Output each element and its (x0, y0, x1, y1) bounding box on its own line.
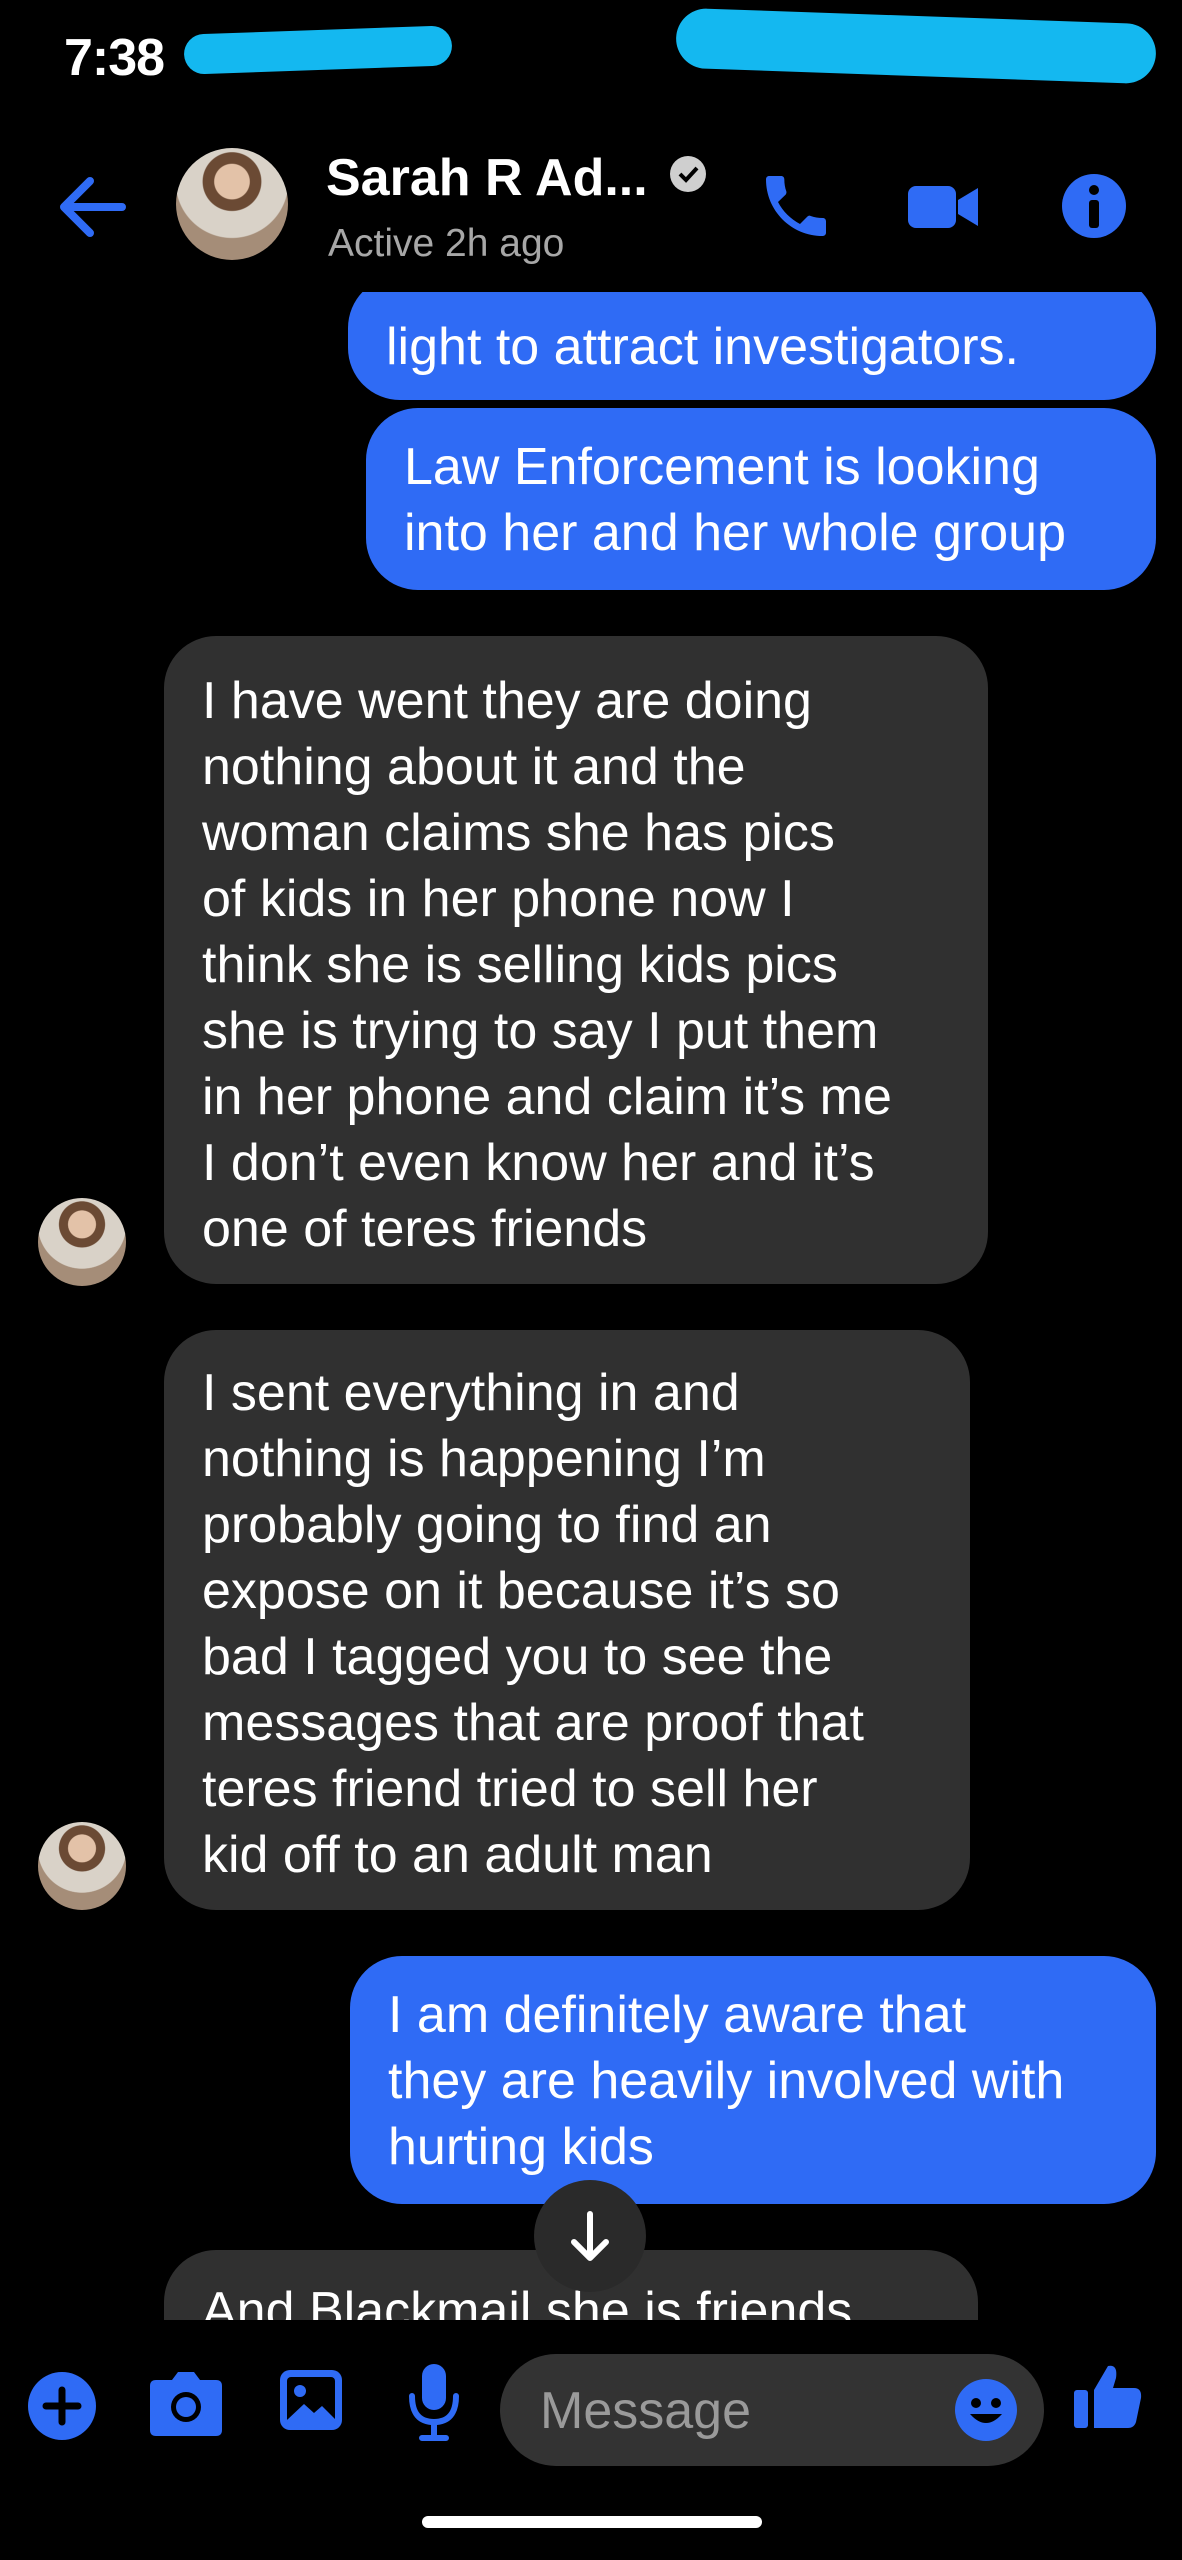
message-line: of kids in her phone now I (202, 870, 795, 928)
phone-icon (766, 176, 826, 236)
info-button[interactable] (1054, 166, 1134, 246)
message-line: bad I tagged you to see the (202, 1628, 833, 1686)
plus-icon (28, 2372, 96, 2440)
camera-icon (150, 2372, 222, 2436)
video-call-button[interactable] (904, 166, 984, 246)
message-line: she is trying to say I put them (202, 1002, 879, 1060)
message-line: hurting kids (388, 2118, 654, 2176)
sender-avatar[interactable] (38, 1198, 126, 1286)
sender-avatar[interactable] (38, 1822, 126, 1910)
info-icon (1062, 174, 1126, 238)
message-line: teres friend tried to sell her (202, 1760, 818, 1818)
message-line: in her phone and claim it’s me (202, 1068, 892, 1126)
arrow-down-icon (571, 2211, 609, 2261)
message-line: I have went they are doing (202, 672, 812, 730)
message-line: nothing about it and the (202, 738, 746, 796)
video-camera-icon (908, 186, 978, 228)
microphone-icon (409, 2364, 459, 2441)
voice-message-button[interactable] (408, 2362, 460, 2444)
camera-button[interactable] (148, 2368, 224, 2440)
call-button[interactable] (756, 166, 836, 246)
message-line: I don’t even know her and it’s (202, 1134, 875, 1192)
emoji-button[interactable] (954, 2378, 1018, 2442)
incoming-message[interactable]: I have went they are doing nothing about… (164, 636, 988, 1284)
message-line: woman claims she has pics (202, 804, 835, 862)
emoji-icon (955, 2379, 1017, 2441)
incoming-message[interactable]: I sent everything in and nothing is happ… (164, 1330, 970, 1910)
outgoing-message[interactable]: light to attract investigators. (348, 292, 1156, 400)
message-line: messages that are proof that (202, 1694, 864, 1752)
message-line: expose on it because it’s so (202, 1562, 840, 1620)
message-line: they are heavily involved with (388, 2052, 1065, 2110)
redaction-mark-left (183, 25, 453, 75)
thumbs-up-icon (1074, 2365, 1142, 2428)
contact-avatar[interactable] (176, 148, 288, 260)
contact-name[interactable]: Sarah R Ad... (326, 148, 648, 208)
message-thread[interactable]: light to attract investigators. Law Enfo… (0, 292, 1182, 2320)
outgoing-message[interactable]: Law Enforcement is looking into her and … (366, 408, 1156, 590)
redaction-mark-right (675, 7, 1157, 85)
gallery-icon (280, 2370, 342, 2430)
outgoing-message[interactable]: I am definitely aware that they are heav… (350, 1956, 1156, 2204)
message-line: I am definitely aware that (388, 1986, 967, 2044)
verified-badge-icon (670, 156, 706, 192)
message-line: Law Enforcement is looking (404, 438, 1040, 496)
message-composer[interactable] (500, 2354, 1044, 2466)
gallery-button[interactable] (278, 2368, 344, 2432)
back-button[interactable] (52, 172, 132, 242)
message-line: into her and her whole group (404, 504, 1067, 562)
scroll-to-bottom-button[interactable] (534, 2180, 646, 2292)
message-input[interactable] (538, 2380, 922, 2442)
message-line: think she is selling kids pics (202, 936, 838, 994)
message-line: kid off to an adult man (202, 1826, 713, 1884)
contact-status: Active 2h ago (328, 222, 565, 265)
message-line: probably going to find an (202, 1496, 772, 1554)
message-line: one of teres friends (202, 1200, 648, 1258)
message-line: nothing is happening I’m (202, 1430, 766, 1488)
message-line: light to attract investigators. (386, 318, 1019, 376)
status-time: 7:38 (64, 29, 165, 87)
home-indicator (422, 2516, 762, 2528)
message-line: I sent everything in and (202, 1364, 740, 1422)
like-button[interactable] (1072, 2360, 1144, 2432)
more-actions-button[interactable] (26, 2370, 98, 2442)
back-arrow-icon (60, 177, 126, 237)
